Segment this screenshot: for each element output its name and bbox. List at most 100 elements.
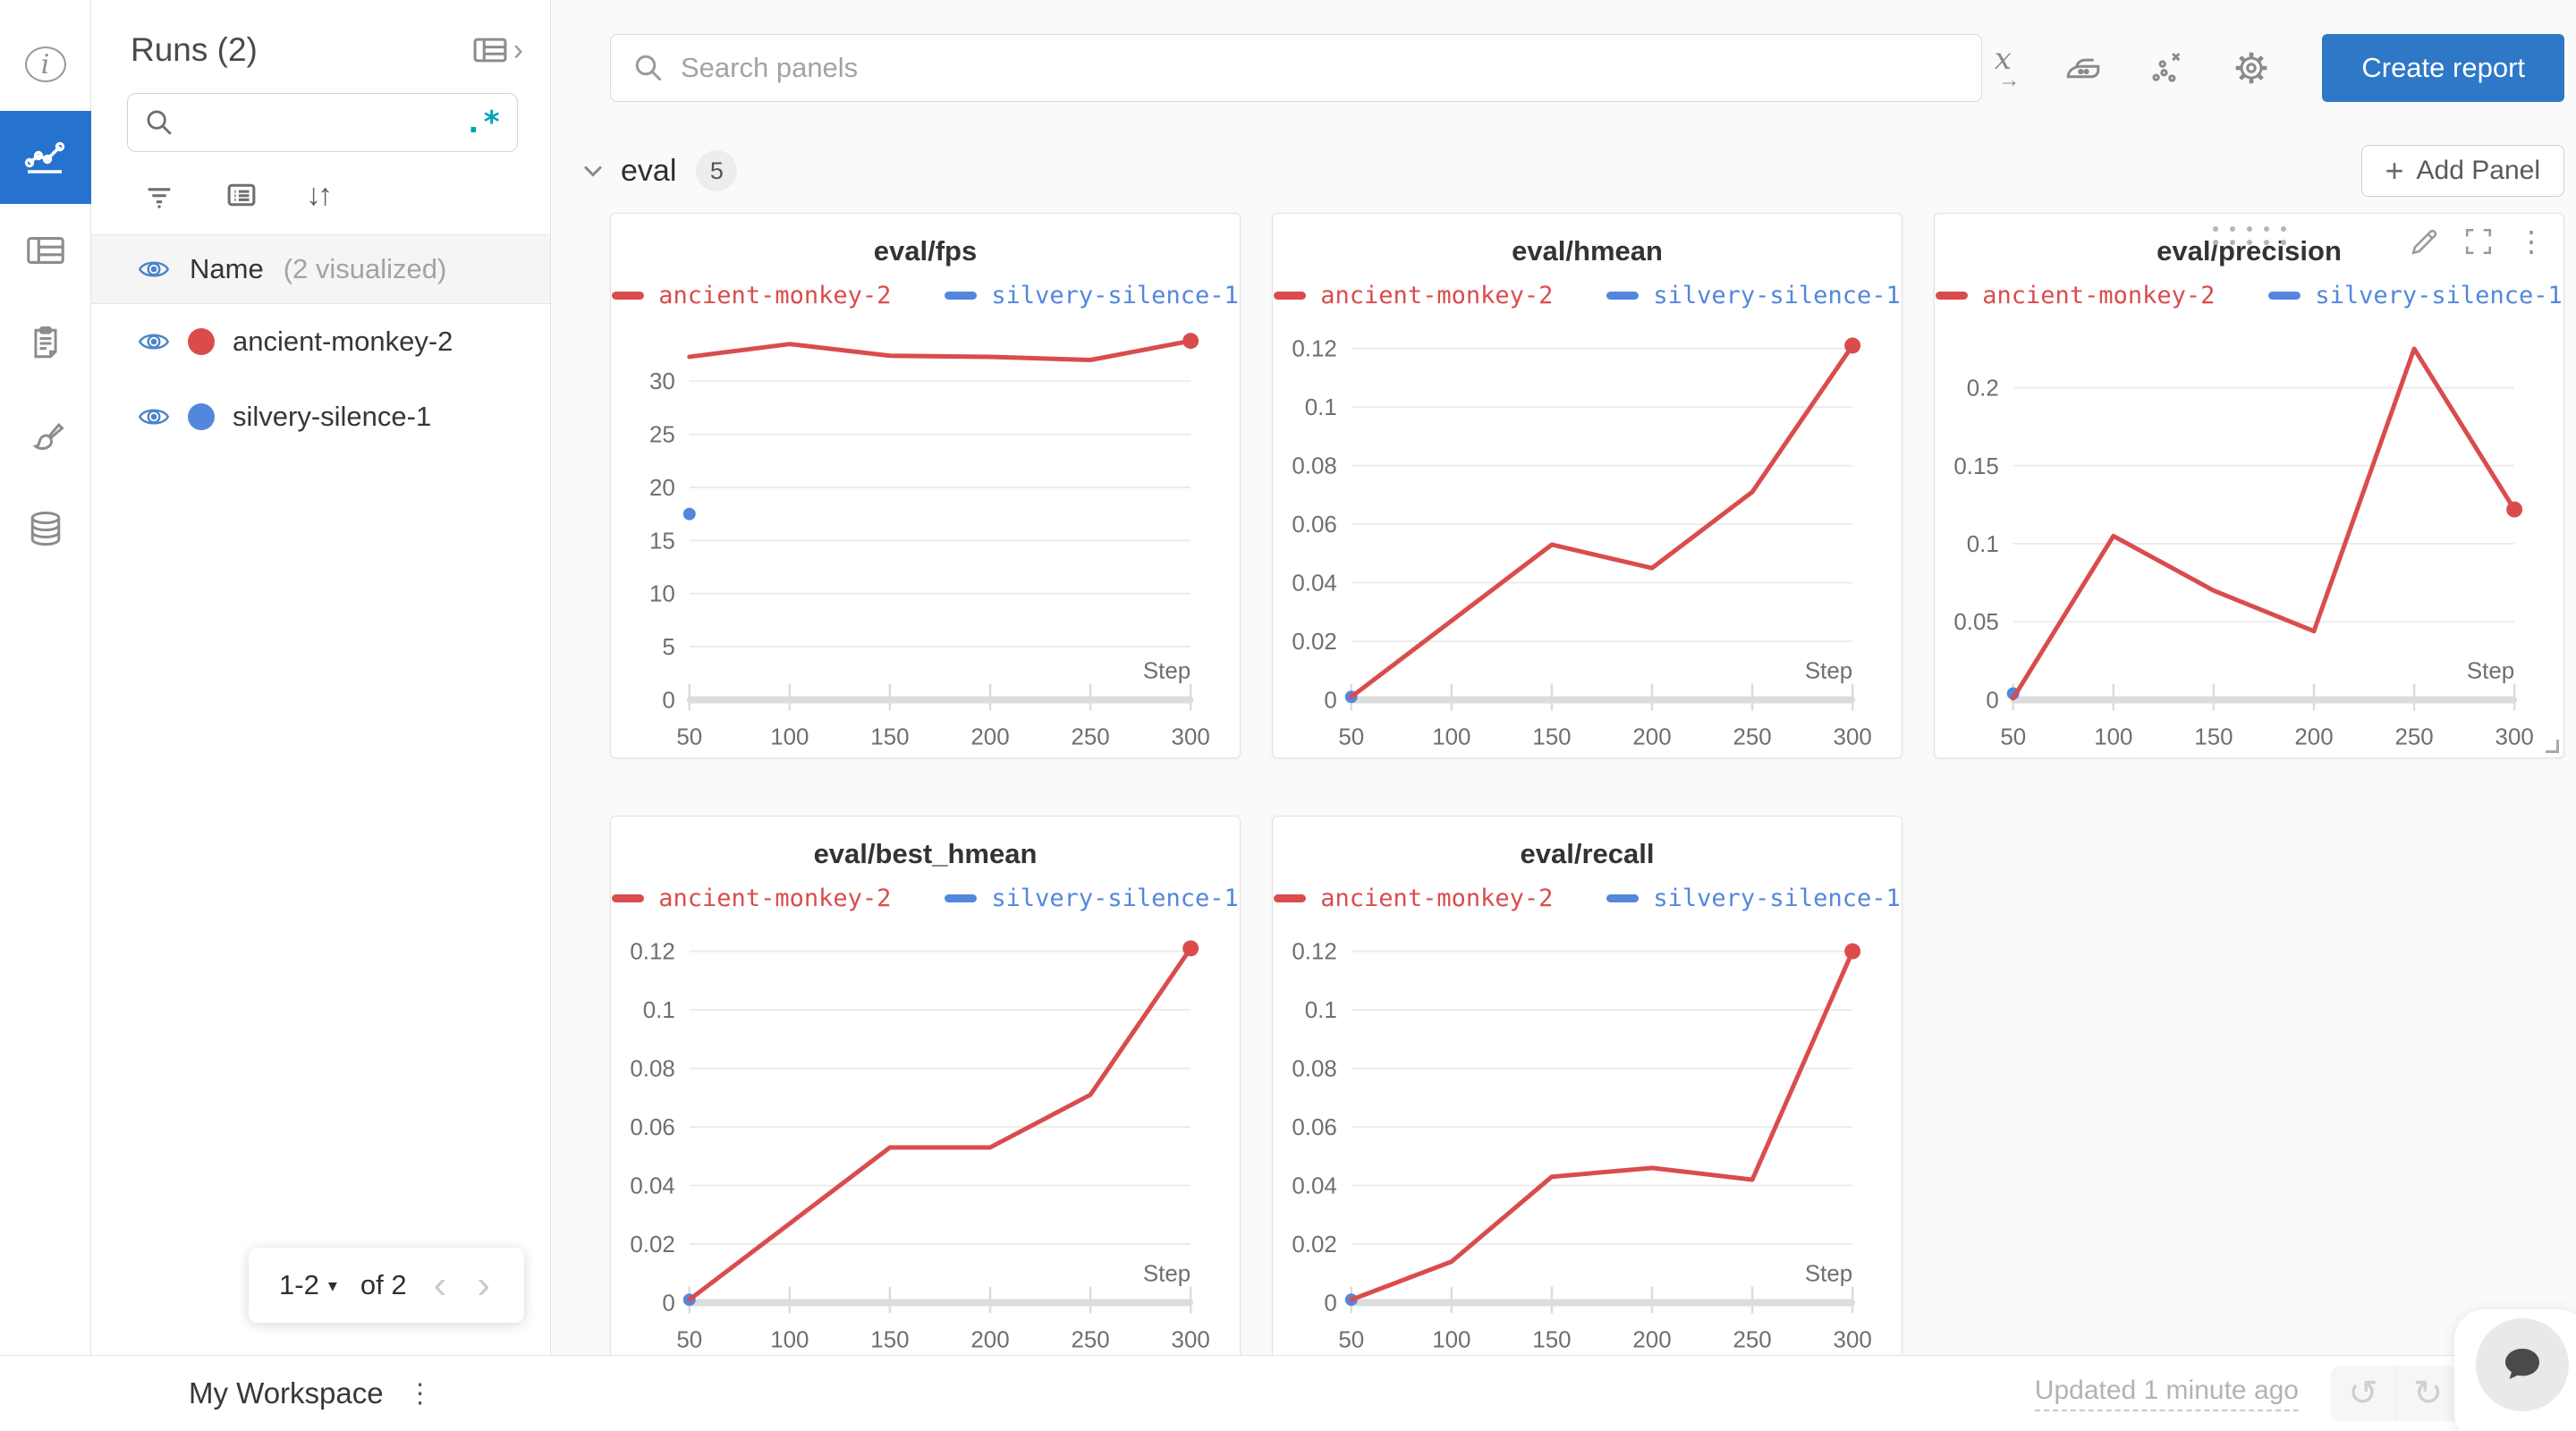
svg-text:0.1: 0.1	[1967, 532, 1999, 557]
legend-item[interactable]: ancient-monkey-2	[612, 282, 891, 309]
smoothing-button[interactable]	[2063, 47, 2104, 89]
panel-menu-button[interactable]: ⋮	[2517, 227, 2546, 256]
svg-text:100: 100	[2094, 724, 2132, 749]
caret-down-icon: ▾	[328, 1274, 337, 1297]
run-name-label: ancient-monkey-2	[233, 326, 453, 358]
legend-dash-icon	[945, 894, 977, 902]
rail-item-artifacts[interactable]	[0, 483, 91, 576]
create-report-button[interactable]: Create report	[2322, 34, 2564, 102]
legend-item[interactable]: silvery-silence-1	[1606, 885, 1900, 912]
svg-text:150: 150	[870, 1327, 909, 1352]
svg-text:300: 300	[1834, 1327, 1872, 1352]
svg-text:15: 15	[649, 529, 675, 554]
redo-button[interactable]: ↻	[2395, 1366, 2460, 1421]
runs-table-toggle-icon[interactable]	[470, 30, 510, 70]
workspace-footer: My Workspace ⋮ Updated 1 minute ago ↺ ↻	[0, 1355, 2576, 1431]
rail-item-charts[interactable]	[0, 111, 91, 204]
next-page-button[interactable]: ›	[473, 1266, 494, 1305]
legend-item[interactable]: ancient-monkey-2	[1936, 282, 2215, 309]
section-title[interactable]: eval	[621, 154, 676, 189]
clipboard-icon	[24, 322, 67, 365]
legend-dash-icon	[1936, 292, 1968, 300]
search-icon	[144, 107, 174, 138]
svg-text:0.02: 0.02	[630, 1232, 674, 1257]
add-panel-button[interactable]: + Add Panel	[2361, 145, 2564, 197]
page-range-dropdown[interactable]: 1-2 ▾	[279, 1269, 337, 1301]
run-row-silvery-silence-1[interactable]: silvery-silence-1	[91, 379, 550, 454]
x-axis-settings-button[interactable]: x →	[1986, 47, 2020, 89]
legend-item[interactable]: silvery-silence-1	[1606, 282, 1900, 309]
prev-page-button[interactable]: ‹	[430, 1266, 451, 1305]
collapse-section-chevron[interactable]	[580, 157, 606, 184]
rail-item-table[interactable]	[0, 204, 91, 297]
scatter-remove-icon	[2147, 47, 2188, 89]
svg-text:0: 0	[1986, 688, 1998, 713]
svg-text:100: 100	[770, 724, 809, 749]
legend-item[interactable]: silvery-silence-1	[2268, 282, 2562, 309]
eye-icon[interactable]	[138, 401, 170, 433]
sort-runs-button[interactable]: ↓↑	[306, 178, 329, 213]
info-icon: i	[25, 47, 66, 82]
svg-text:300: 300	[1172, 1327, 1210, 1352]
rail-item-files[interactable]	[0, 390, 91, 483]
legend-item[interactable]: ancient-monkey-2	[612, 885, 891, 912]
svg-text:200: 200	[2294, 724, 2333, 749]
svg-text:0.12: 0.12	[630, 940, 674, 965]
panel-resize-handle[interactable]	[2546, 740, 2559, 753]
legend-run-name: ancient-monkey-2	[658, 885, 891, 912]
svg-text:200: 200	[1632, 1327, 1671, 1352]
svg-text:0.05: 0.05	[1953, 610, 1998, 635]
edit-panel-icon[interactable]	[2410, 226, 2440, 257]
filter-runs-button[interactable]	[141, 177, 177, 213]
svg-text:0.02: 0.02	[1292, 1232, 1336, 1257]
chart-title: eval/recall	[1273, 838, 1902, 870]
rail-item-overview[interactable]: i	[0, 18, 91, 111]
chart-panel: eval/recall ancient-monkey-2 silvery-silen…	[1272, 816, 1902, 1361]
workspace-menu-button[interactable]: ⋮	[407, 1378, 434, 1410]
regex-toggle-icon[interactable]: .*	[464, 105, 501, 140]
svg-text:0.06: 0.06	[630, 1115, 674, 1140]
legend-item[interactable]: ancient-monkey-2	[1274, 885, 1553, 912]
svg-text:50: 50	[2000, 724, 2026, 749]
fullscreen-panel-icon[interactable]	[2463, 226, 2494, 257]
chart-legend: ancient-monkey-2 silvery-silence-1	[611, 879, 1240, 917]
undo-redo-group: ↺ ↻	[2331, 1366, 2460, 1421]
outliers-button[interactable]	[2147, 47, 2188, 89]
app-root: i	[0, 0, 2576, 1431]
rail-item-logs[interactable]	[0, 297, 91, 390]
eye-icon[interactable]	[138, 253, 170, 285]
svg-text:300: 300	[1172, 724, 1210, 749]
add-panel-label: Add Panel	[2417, 156, 2540, 186]
legend-item[interactable]: silvery-silence-1	[945, 282, 1238, 309]
legend-item[interactable]: ancient-monkey-2	[1274, 282, 1553, 309]
x-axis-label: Step	[1143, 659, 1191, 684]
iron-icon	[2063, 47, 2104, 89]
line-chart-icon	[22, 134, 69, 181]
svg-text:0.1: 0.1	[1305, 395, 1337, 420]
svg-text:100: 100	[1432, 724, 1470, 749]
legend-item[interactable]: silvery-silence-1	[945, 885, 1238, 912]
svg-text:50: 50	[676, 1327, 702, 1352]
run-row-ancient-monkey-2[interactable]: ancient-monkey-2	[91, 304, 550, 379]
svg-text:200: 200	[970, 1327, 1009, 1352]
legend-run-name: silvery-silence-1	[1653, 282, 1900, 309]
svg-text:0: 0	[662, 688, 674, 713]
legend-run-name: ancient-monkey-2	[1320, 282, 1553, 309]
runs-search-input[interactable]	[187, 108, 464, 137]
runs-name-header-row[interactable]: Name (2 visualized)	[91, 235, 550, 304]
panel-drag-handle[interactable]	[2213, 226, 2286, 245]
svg-text:200: 200	[970, 724, 1009, 749]
chat-launcher-button[interactable]	[2476, 1318, 2569, 1411]
workspace-settings-button[interactable]	[2231, 47, 2272, 89]
undo-button[interactable]: ↺	[2331, 1366, 2395, 1421]
group-runs-button[interactable]	[224, 177, 259, 213]
svg-text:100: 100	[1432, 1327, 1470, 1352]
expand-runs-chevron[interactable]: ›	[513, 35, 523, 65]
eye-icon[interactable]	[138, 326, 170, 358]
svg-text:0: 0	[1324, 1291, 1336, 1316]
svg-text:20: 20	[649, 476, 675, 501]
svg-text:150: 150	[1532, 1327, 1571, 1352]
legend-run-name: silvery-silence-1	[2315, 282, 2562, 309]
panel-actions: ⋮	[2410, 226, 2546, 257]
panel-search-input[interactable]	[681, 52, 1960, 84]
